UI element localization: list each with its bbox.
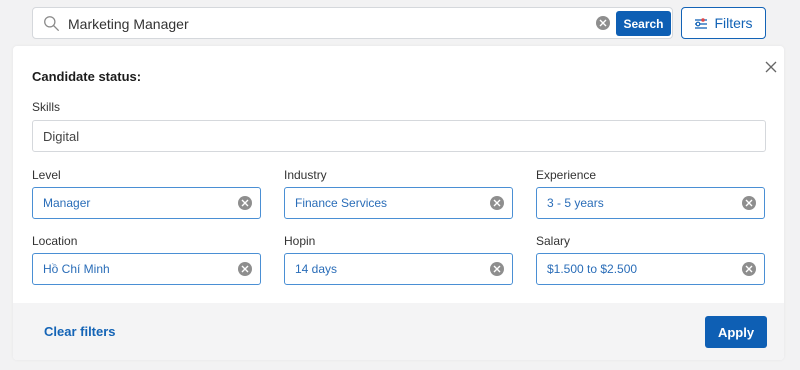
clear-icon[interactable] [742, 262, 756, 276]
level-value: Manager [43, 196, 91, 210]
search-input[interactable]: Marketing Manager [68, 16, 189, 32]
location-select[interactable]: Hồ Chí Minh [32, 253, 261, 285]
skills-value: Digital [43, 128, 80, 144]
clear-icon[interactable] [490, 262, 504, 276]
salary-value: $1.500 to $2.500 [547, 262, 638, 276]
clear-icon[interactable] [596, 16, 610, 30]
level-label: Level [32, 168, 61, 182]
skills-label: Skills [32, 100, 61, 114]
apply-button[interactable]: Apply [705, 316, 767, 348]
industry-value: Finance Services [295, 196, 388, 210]
clear-icon[interactable] [742, 196, 756, 210]
clear-icon[interactable] [238, 196, 252, 210]
search-button[interactable]: Search [616, 11, 671, 36]
filters-button-label: Filters [714, 15, 753, 31]
experience-select[interactable]: 3 - 5 years [536, 187, 765, 219]
panel-footer: Clear filters Apply [13, 303, 784, 360]
salary-select[interactable]: $1.500 to $2.500 [536, 253, 765, 285]
filter-panel: Candidate status: Skills Digital Level M… [13, 46, 784, 360]
location-label: Location [32, 234, 78, 248]
experience-label: Experience [536, 168, 597, 182]
close-icon[interactable] [765, 61, 777, 73]
search-icon [44, 16, 59, 31]
level-select[interactable]: Manager [32, 187, 261, 219]
hopin-label: Hopin [284, 234, 316, 248]
industry-select[interactable]: Finance Services [284, 187, 513, 219]
skills-input[interactable]: Digital [32, 120, 766, 152]
clear-icon[interactable] [238, 262, 252, 276]
experience-value: 3 - 5 years [547, 196, 604, 210]
search-box[interactable]: Marketing Manager Search [32, 7, 673, 39]
hopin-select[interactable]: 14 days [284, 253, 513, 285]
salary-label: Salary [536, 234, 571, 248]
hopin-value: 14 days [295, 262, 338, 276]
filters-icon [695, 18, 708, 29]
panel-title: Candidate status: [32, 69, 142, 84]
clear-filters-link[interactable]: Clear filters [44, 324, 116, 339]
location-value: Hồ Chí Minh [43, 262, 110, 276]
clear-icon[interactable] [490, 196, 504, 210]
filters-button[interactable]: Filters [681, 7, 766, 39]
industry-label: Industry [284, 168, 327, 182]
